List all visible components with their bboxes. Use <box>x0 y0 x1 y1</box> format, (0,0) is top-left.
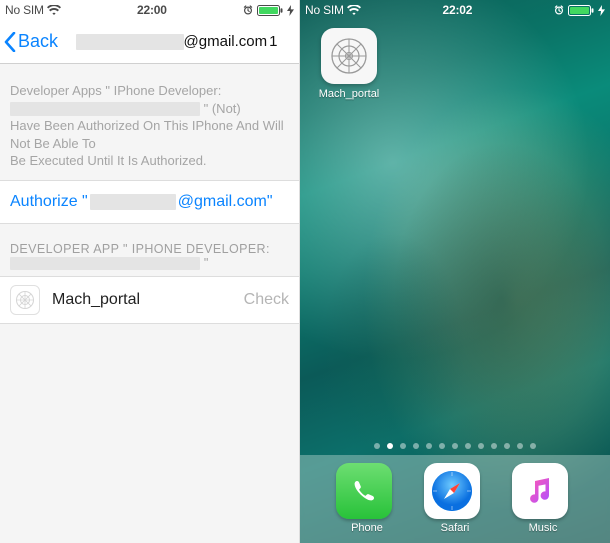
music-icon <box>512 463 568 519</box>
page-indicator[interactable] <box>300 443 610 449</box>
page-dot[interactable] <box>452 443 458 449</box>
redacted-email-user <box>76 34 184 50</box>
page-dot[interactable] <box>426 443 432 449</box>
wifi-icon <box>347 5 361 16</box>
alarm-icon <box>243 5 253 15</box>
app-icon-placeholder <box>10 285 40 315</box>
back-button[interactable]: Back <box>4 31 58 52</box>
page-dot[interactable] <box>504 443 510 449</box>
phone-icon <box>336 463 392 519</box>
page-dot[interactable] <box>465 443 471 449</box>
battery-icon <box>257 5 283 16</box>
page-dot[interactable] <box>478 443 484 449</box>
app-status-label: Check <box>244 291 289 309</box>
redacted-email-authorize <box>90 194 176 210</box>
developer-info-text: Developer Apps " IPhone Developer: " (No… <box>0 64 299 180</box>
back-label: Back <box>18 31 58 52</box>
alarm-icon <box>554 5 564 15</box>
authorize-button[interactable]: Authorize " @gmail.com" <box>0 180 299 224</box>
dock-app-phone[interactable]: Phone <box>336 463 398 534</box>
chevron-left-icon <box>4 32 16 52</box>
time-label: 22:00 <box>137 3 167 17</box>
dock: Phone Safari Music <box>300 455 610 543</box>
time-label: 22:02 <box>443 3 473 17</box>
battery-icon <box>568 5 594 16</box>
home-app-mach-portal[interactable]: Mach_portal <box>318 28 380 100</box>
page-dot[interactable] <box>439 443 445 449</box>
info-line2-suffix: " (Not) <box>204 101 241 116</box>
charging-icon <box>598 5 605 16</box>
redacted-developer-section <box>10 257 200 270</box>
status-bar-left: No SIM 22:00 <box>0 0 299 20</box>
carrier-label: No SIM <box>5 3 44 17</box>
page-dot[interactable] <box>413 443 419 449</box>
info-line4: Be Executed Until It Is Authorized. <box>10 153 207 168</box>
section-prefix: DEVELOPER APP " IPHONE DEVELOPER: <box>10 242 270 256</box>
redacted-developer-name <box>10 102 200 116</box>
charging-icon <box>287 5 294 16</box>
section-suffix: " <box>204 256 209 270</box>
nav-header: Back @gmail.com 1 <box>0 20 299 64</box>
dock-app-music[interactable]: Music <box>512 463 574 534</box>
info-line1: Developer Apps " IPhone Developer: <box>10 83 221 98</box>
title-count: 1 <box>269 33 277 50</box>
authorize-suffix: @gmail.com" <box>178 193 273 211</box>
dock-label-phone: Phone <box>336 522 398 534</box>
carrier-label: No SIM <box>305 3 344 17</box>
app-name-label: Mach_portal <box>52 291 140 309</box>
wifi-icon <box>47 5 61 16</box>
info-line3: Have Been Authorized On This IPhone And … <box>10 118 284 151</box>
dock-label-music: Music <box>512 522 574 534</box>
authorize-prefix: Authorize " <box>10 193 88 211</box>
mach-portal-icon <box>321 28 377 84</box>
page-title: @gmail.com 1 <box>58 33 295 50</box>
settings-profile-screen: No SIM 22:00 Back @gmail.com 1 <box>0 0 300 543</box>
page-dot[interactable] <box>374 443 380 449</box>
status-bar-right: No SIM 22:02 <box>300 0 610 20</box>
section-header-developer-app: DEVELOPER APP " IPHONE DEVELOPER: " <box>0 224 299 276</box>
page-dot[interactable] <box>517 443 523 449</box>
title-domain: @gmail.com <box>184 33 268 50</box>
app-row-mach-portal[interactable]: Mach_portal Check <box>0 276 299 324</box>
home-app-label: Mach_portal <box>318 88 380 100</box>
page-dot[interactable] <box>400 443 406 449</box>
page-dot[interactable] <box>530 443 536 449</box>
home-screen: No SIM 22:02 Mach_portal <box>300 0 610 543</box>
safari-icon <box>424 463 480 519</box>
dock-label-safari: Safari <box>424 522 486 534</box>
dock-app-safari[interactable]: Safari <box>424 463 486 534</box>
page-dot[interactable] <box>491 443 497 449</box>
page-dot[interactable] <box>387 443 393 449</box>
